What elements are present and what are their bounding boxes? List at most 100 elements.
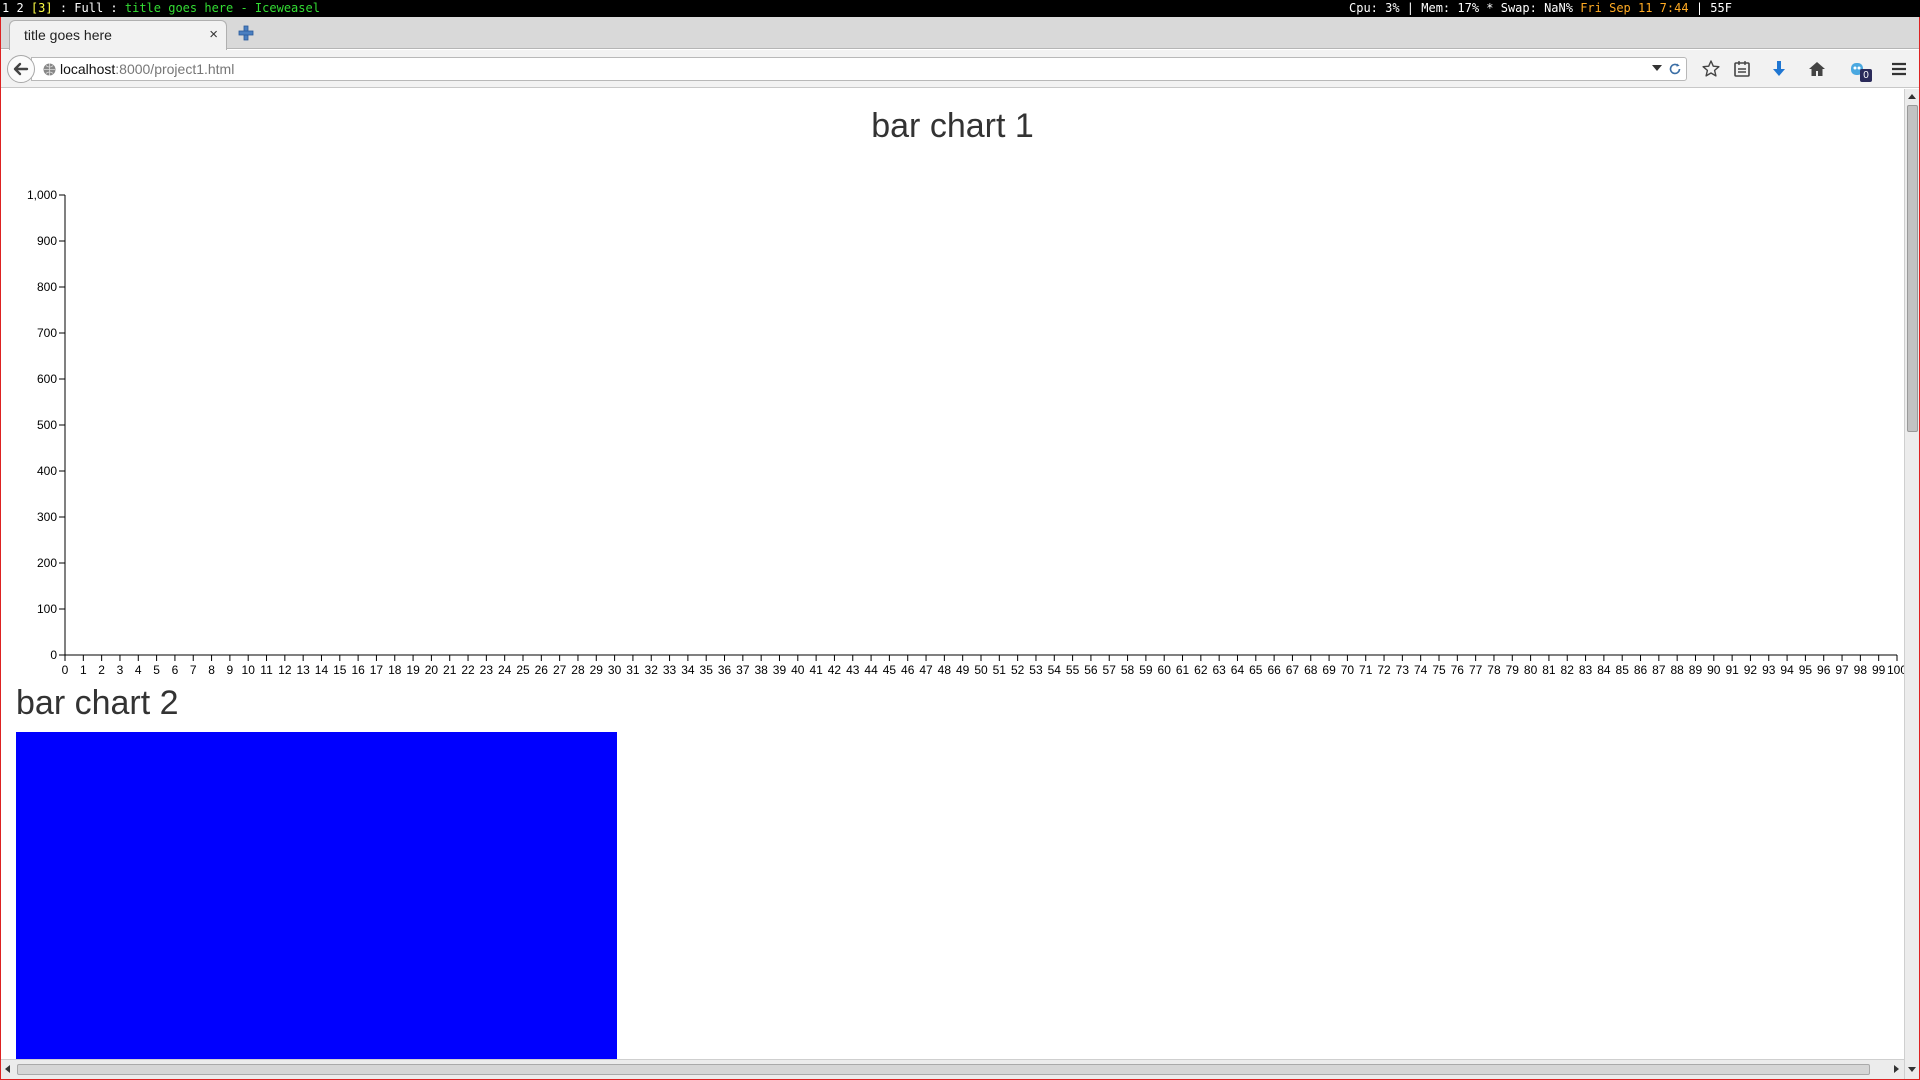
url-text[interactable]: localhost:8000/project1.html: [60, 61, 234, 77]
x-tick-label: 29: [590, 663, 604, 677]
x-tick-label: 30: [608, 663, 622, 677]
x-tick-label: 9: [227, 663, 234, 677]
reload-icon[interactable]: [1668, 62, 1682, 76]
x-tick-label: 53: [1029, 663, 1043, 677]
x-tick-label: 88: [1670, 663, 1684, 677]
horizontal-scrollbar[interactable]: [1, 1059, 1904, 1079]
x-tick-label: 27: [553, 663, 567, 677]
x-tick-label: 50: [974, 663, 988, 677]
x-tick-label: 59: [1139, 663, 1153, 677]
tab-close-icon[interactable]: ×: [209, 26, 218, 43]
wm-status-bar: 1 2 [3] : Full : title goes here - Icewe…: [0, 0, 1920, 17]
x-tick-label: 73: [1396, 663, 1410, 677]
x-tick-label: 70: [1341, 663, 1355, 677]
navigation-toolbar: localhost:8000/project1.html 0: [1, 50, 1919, 88]
scroll-down-icon[interactable]: [1908, 1067, 1916, 1072]
y-tick-label: 900: [37, 234, 57, 248]
x-tick-label: 24: [498, 663, 512, 677]
y-tick-label: 500: [37, 418, 57, 432]
x-tick-label: 20: [425, 663, 439, 677]
x-tick-label: 7: [190, 663, 197, 677]
x-tick-label: 97: [1835, 663, 1849, 677]
x-tick-label: 33: [663, 663, 677, 677]
scroll-up-icon[interactable]: [1908, 94, 1916, 99]
x-tick-label: 34: [681, 663, 695, 677]
x-tick-label: 69: [1322, 663, 1336, 677]
x-tick-label: 17: [370, 663, 384, 677]
horizontal-scroll-thumb[interactable]: [17, 1064, 1870, 1075]
reading-list-icon[interactable]: [1732, 59, 1752, 79]
x-tick-label: 64: [1231, 663, 1245, 677]
vertical-scroll-thumb[interactable]: [1907, 105, 1918, 432]
vertical-scrollbar[interactable]: [1904, 89, 1919, 1079]
active-workspace[interactable]: [3]: [31, 1, 53, 15]
new-tab-plus-icon[interactable]: [237, 24, 255, 42]
x-tick-label: 79: [1506, 663, 1520, 677]
wm-right-status: Cpu: 3% | Mem: 17% * Swap: NaN% Fri Sep …: [1349, 0, 1732, 17]
x-tick-label: 10: [242, 663, 256, 677]
x-tick-label: 63: [1212, 663, 1226, 677]
download-arrow-icon[interactable]: [1769, 59, 1789, 79]
x-tick-label: 96: [1817, 663, 1831, 677]
y-tick-label: 400: [37, 464, 57, 478]
x-tick-label: 100: [1887, 663, 1904, 677]
x-tick-label: 22: [461, 663, 475, 677]
x-tick-label: 90: [1707, 663, 1721, 677]
y-tick-label: 100: [37, 602, 57, 616]
x-tick-label: 78: [1487, 663, 1501, 677]
x-tick-label: 65: [1249, 663, 1263, 677]
x-tick-label: 3: [117, 663, 124, 677]
x-tick-label: 66: [1267, 663, 1281, 677]
wm-window-title: title goes here - Iceweasel: [124, 1, 320, 15]
x-tick-label: 18: [388, 663, 402, 677]
x-tick-label: 83: [1579, 663, 1593, 677]
tab-active[interactable]: title goes here ×: [9, 20, 227, 50]
x-tick-label: 1: [80, 663, 87, 677]
x-tick-label: 81: [1542, 663, 1556, 677]
x-tick-label: 72: [1377, 663, 1391, 677]
scroll-right-icon[interactable]: [1894, 1065, 1899, 1073]
browser-window: title goes here × localhost:8000/project…: [0, 17, 1920, 1080]
x-tick-label: 4: [135, 663, 142, 677]
x-tick-label: 89: [1689, 663, 1703, 677]
hamburger-menu-icon[interactable]: [1889, 59, 1909, 79]
x-tick-label: 8: [208, 663, 215, 677]
x-tick-label: 42: [828, 663, 842, 677]
url-bar[interactable]: localhost:8000/project1.html: [31, 57, 1687, 81]
url-history-dropdown-icon[interactable]: [1652, 65, 1662, 71]
x-tick-label: 0: [62, 663, 69, 677]
x-tick-label: 74: [1414, 663, 1428, 677]
clock: Fri Sep 11 7:44: [1580, 1, 1689, 15]
url-host: localhost: [60, 61, 116, 77]
scroll-left-icon[interactable]: [5, 1065, 10, 1073]
x-tick-label: 47: [919, 663, 933, 677]
y-tick-label: 0: [50, 648, 57, 662]
x-tick-label: 6: [172, 663, 179, 677]
x-tick-label: 37: [736, 663, 750, 677]
x-tick-label: 85: [1616, 663, 1630, 677]
home-icon[interactable]: [1807, 59, 1827, 79]
y-tick-label: 1,000: [27, 188, 57, 202]
x-tick-label: 35: [700, 663, 714, 677]
x-tick-label: 54: [1048, 663, 1062, 677]
x-tick-label: 95: [1799, 663, 1813, 677]
x-tick-label: 28: [571, 663, 585, 677]
x-tick-label: 41: [809, 663, 823, 677]
x-tick-label: 49: [956, 663, 970, 677]
x-tick-label: 36: [718, 663, 732, 677]
x-tick-label: 77: [1469, 663, 1483, 677]
url-path: :8000/project1.html: [115, 61, 235, 77]
wm-left-status: 1 2 [3] : Full : title goes here - Icewe…: [2, 0, 320, 17]
chart2-bar-rect: [16, 732, 617, 1059]
x-tick-label: 55: [1066, 663, 1080, 677]
bookmark-star-icon[interactable]: [1701, 59, 1721, 79]
x-tick-label: 2: [98, 663, 105, 677]
x-tick-label: 46: [901, 663, 915, 677]
x-tick-label: 56: [1084, 663, 1098, 677]
x-tick-label: 71: [1359, 663, 1373, 677]
x-tick-label: 11: [260, 663, 273, 677]
x-tick-label: 82: [1561, 663, 1575, 677]
workspace-list[interactable]: 1 2: [2, 1, 24, 15]
back-button[interactable]: [7, 55, 35, 83]
x-tick-label: 76: [1451, 663, 1465, 677]
